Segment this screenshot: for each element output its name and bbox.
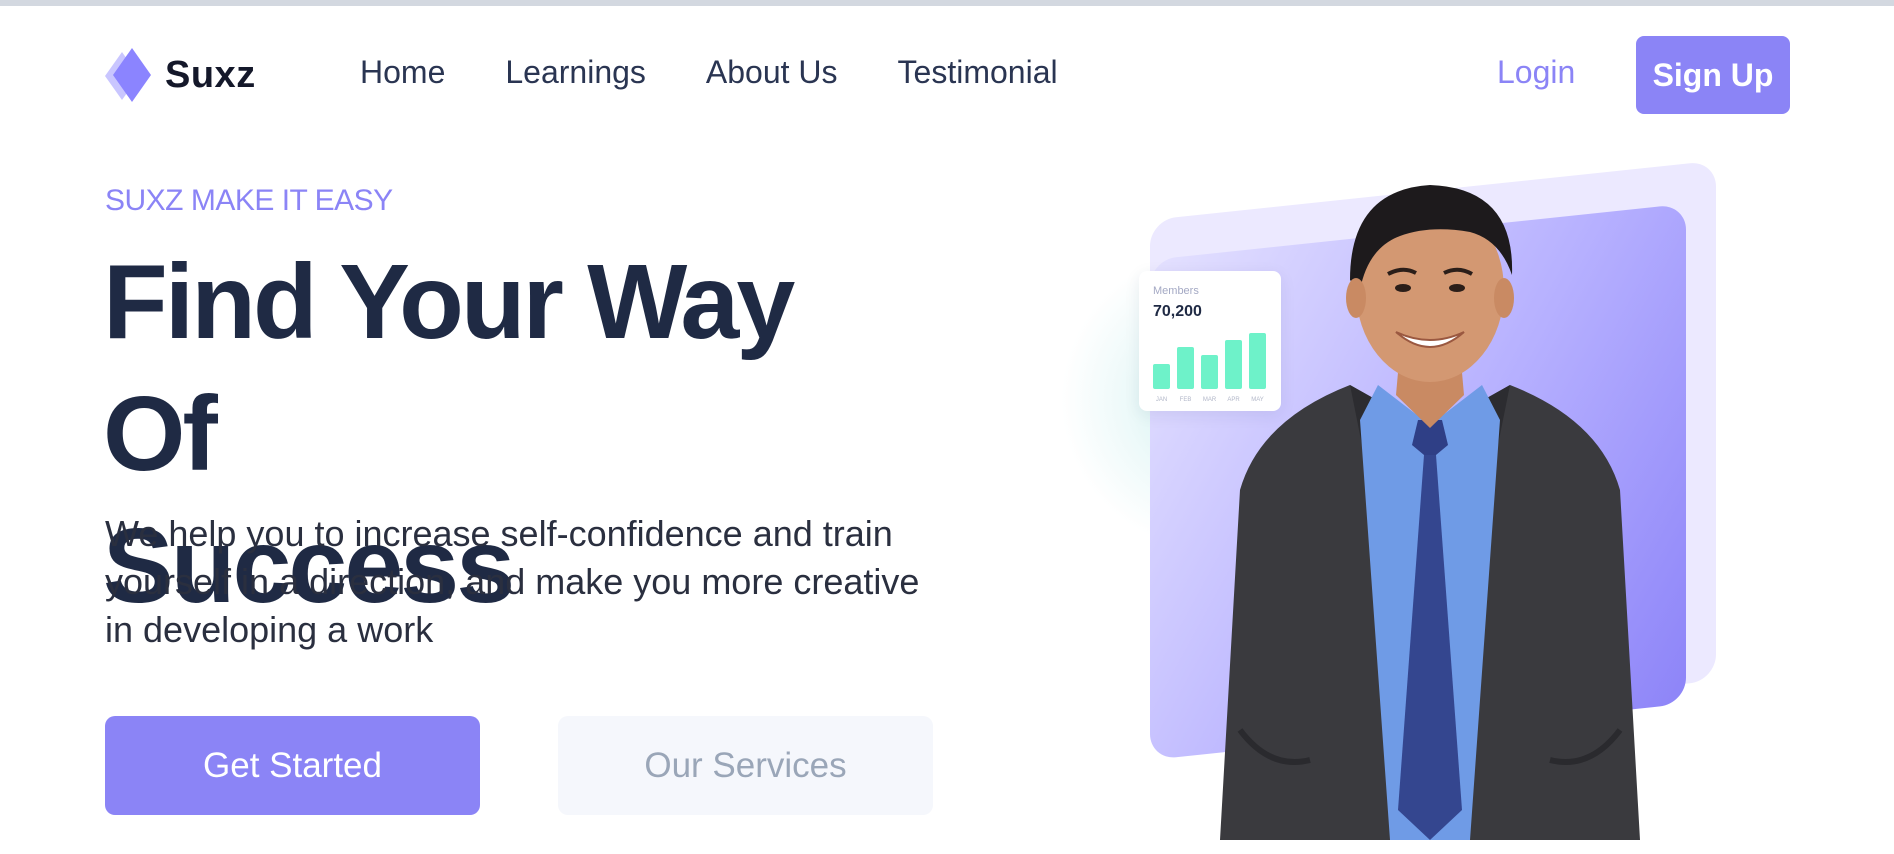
our-services-button[interactable]: Our Services [558, 716, 933, 815]
members-label: Members [1153, 285, 1199, 297]
members-bar [1153, 364, 1170, 389]
nav-home[interactable]: Home [360, 54, 445, 91]
main-nav: Home Learnings About Us Testimonial [360, 54, 1118, 91]
hero-eyebrow: SUXZ MAKE IT EASY [105, 184, 393, 217]
members-bar [1225, 340, 1242, 389]
members-bar-label: APR [1227, 397, 1240, 403]
hero-description: We help you to increase self-confidence … [105, 513, 920, 650]
members-bar-label: FEB [1179, 397, 1192, 403]
signup-button[interactable]: Sign Up [1636, 36, 1790, 114]
hero-visual: Members 70,200 JAN FEB MAR APR MAY [1060, 160, 1760, 840]
members-bar-chart: JAN FEB MAR APR MAY [1153, 333, 1267, 403]
top-border [0, 0, 1894, 6]
login-link[interactable]: Login [1497, 54, 1575, 91]
members-bar-label: MAR [1202, 397, 1217, 403]
members-bar [1177, 347, 1194, 389]
members-bar-label: MAY [1251, 397, 1264, 403]
members-value: 70,200 [1153, 303, 1202, 320]
members-stats-card: Members 70,200 JAN FEB MAR APR MAY [1139, 271, 1281, 411]
nav-testimonial[interactable]: Testimonial [898, 54, 1058, 91]
members-bar [1249, 333, 1266, 389]
hero-headline-line-1: Find Your Way Of [103, 243, 795, 493]
diamond-logo-icon [105, 46, 151, 104]
brand-name: Suxz [165, 53, 256, 96]
members-bar [1201, 355, 1218, 389]
nav-about-us[interactable]: About Us [706, 54, 838, 91]
nav-learnings[interactable]: Learnings [505, 54, 646, 91]
get-started-button[interactable]: Get Started [105, 716, 480, 815]
members-bar-label: JAN [1155, 397, 1168, 403]
brand-logo[interactable]: Suxz [105, 46, 256, 104]
